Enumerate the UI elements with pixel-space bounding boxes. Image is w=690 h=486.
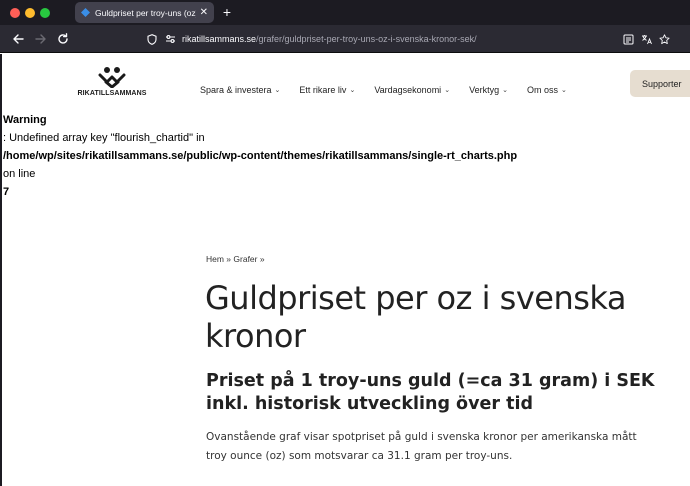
main-navigation: Spara & investera ⌄ Ett rikare liv ⌄ Varda…: [200, 85, 586, 95]
minimize-window-button[interactable]: [25, 8, 35, 18]
page-subtitle: Priset på 1 troy-uns guld (=ca 31 gram) …: [206, 371, 655, 414]
browser-tab-bar: Guldpriset per troy-uns (oz) i svenska k…: [0, 0, 690, 25]
warning-file-path: /home/wp/sites/rikatillsammans.se/public…: [3, 150, 518, 162]
window-edge: [0, 54, 2, 486]
url-host: rikatillsammans.se: [182, 34, 257, 44]
reader-view-icon[interactable]: [622, 30, 635, 48]
bookmark-star-icon[interactable]: [658, 30, 671, 48]
php-warning: Warning : Undefined array key "flourish_…: [3, 111, 683, 201]
intro-paragraph: Ovanstående graf visar spotpriset på gul…: [206, 431, 637, 462]
site-header: RIKATILLSAMMANS Spara & investera ⌄ Ett r…: [0, 54, 690, 112]
page-title: Guldpriset per oz i svenska kronor: [205, 279, 626, 355]
tab-close-icon[interactable]: ✕: [200, 7, 208, 18]
nav-item-spara-investera[interactable]: Spara & investera ⌄: [200, 85, 280, 95]
arrow-left-icon: [13, 34, 24, 44]
reload-button[interactable]: [54, 30, 72, 48]
site-permissions-icon[interactable]: [164, 33, 176, 45]
warning-on-line: on line: [3, 168, 36, 180]
shield-icon[interactable]: [146, 33, 158, 45]
warning-line-number: 7: [3, 186, 10, 198]
nav-item-vardagsekonomi[interactable]: Vardagsekonomi ⌄: [374, 85, 450, 95]
nav-item-label: Vardagsekonomi: [374, 85, 442, 95]
nav-item-label: Om oss: [526, 85, 558, 95]
maximize-window-button[interactable]: [40, 8, 50, 18]
supporter-button[interactable]: Supporter: [630, 70, 690, 97]
chevron-down-icon: ⌄: [274, 87, 281, 94]
address-bar[interactable]: rikatillsammans.se/grafer/guldpriset-per…: [140, 29, 671, 49]
reload-icon: [58, 33, 68, 44]
back-button[interactable]: [9, 30, 27, 48]
site-favicon-icon: [81, 8, 90, 17]
url-text[interactable]: rikatillsammans.se/grafer/guldpriset-per…: [182, 34, 477, 44]
tab-title: Guldpriset per troy-uns (oz) i svenska k…: [95, 7, 196, 18]
warning-title: Warning: [3, 114, 47, 126]
chevron-down-icon: ⌄: [502, 87, 508, 94]
nav-item-label: Verktyg: [469, 85, 500, 95]
chevron-down-icon: ⌄: [349, 87, 356, 94]
nav-item-om-oss[interactable]: Om oss ⌄: [527, 85, 567, 95]
nav-item-ett-rikare-liv[interactable]: Ett rikare liv ⌄: [299, 85, 355, 95]
logo-people-icon: [98, 67, 126, 88]
browser-tab-active[interactable]: Guldpriset per troy-uns (oz) i svenska k…: [75, 2, 214, 23]
new-tab-button[interactable]: +: [220, 4, 234, 20]
arrow-right-icon: [35, 34, 46, 44]
site-logo[interactable]: RIKATILLSAMMANS: [74, 66, 150, 97]
url-path: /grafer/guldpriset-per-troy-uns-oz-i-sve…: [256, 34, 477, 44]
breadcrumb[interactable]: Hem » Grafer »: [206, 254, 265, 264]
nav-item-label: Spara & investera: [200, 85, 272, 95]
browser-toolbar: rikatillsammans.se/grafer/guldpriset-per…: [0, 25, 690, 53]
close-window-button[interactable]: [10, 8, 20, 18]
nav-item-verktyg[interactable]: Verktyg ⌄: [469, 85, 508, 95]
nav-item-label: Ett rikare liv: [299, 85, 347, 95]
chevron-down-icon: ⌄: [444, 87, 451, 94]
chevron-down-icon: ⌄: [560, 87, 567, 94]
forward-button[interactable]: [32, 30, 50, 48]
warning-message: : Undefined array key "flourish_chartid"…: [3, 132, 205, 144]
logo-wordmark: RIKATILLSAMMANS: [77, 90, 147, 97]
page-viewport: RIKATILLSAMMANS Spara & investera ⌄ Ett r…: [0, 54, 690, 486]
translate-icon[interactable]: [640, 30, 653, 48]
